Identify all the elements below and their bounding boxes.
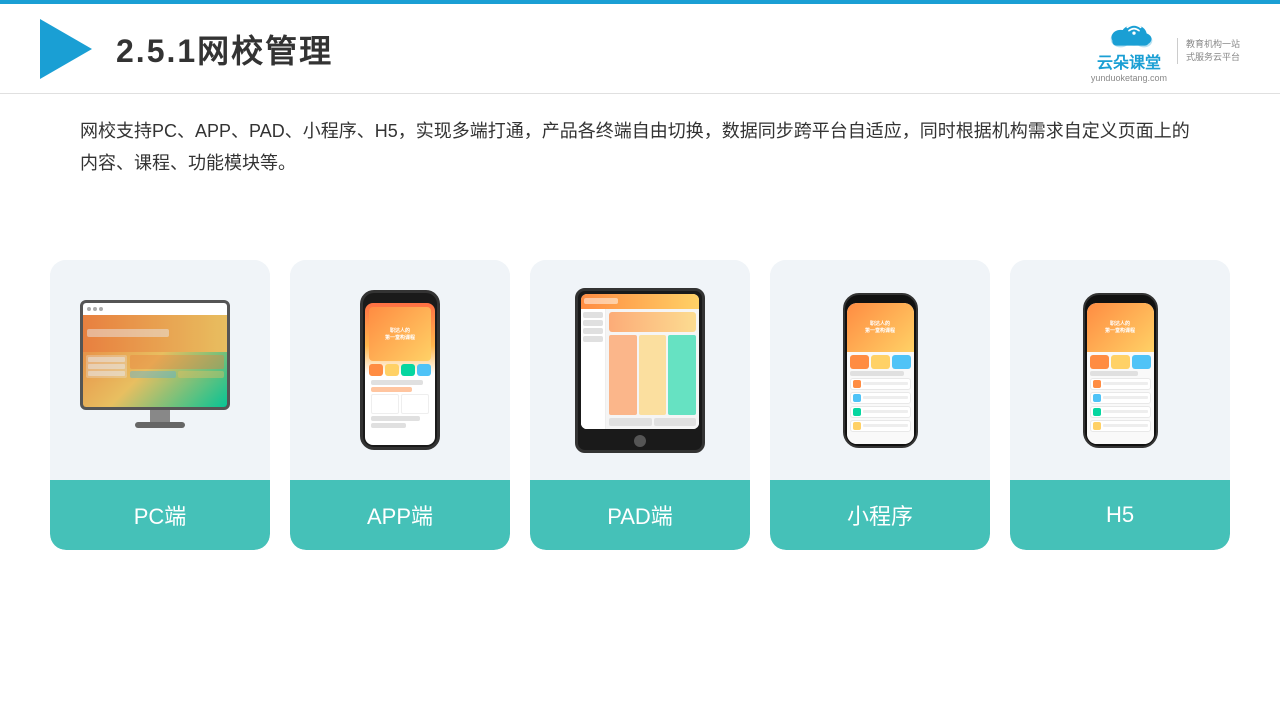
- description-text: 网校支持PC、APP、PAD、小程序、H5，实现多端打通，产品各终端自由切换，数…: [80, 115, 1200, 180]
- h5-phone-screen: 职达人的第一堂构课程: [1087, 303, 1154, 444]
- tablet-home-btn: [634, 435, 646, 447]
- brand-logo: 云朵课堂 yunduoketang.com 教育机构一站 式服务云平台: [1091, 19, 1240, 83]
- phone-screen: 职达人的第一堂构课程: [365, 303, 435, 445]
- brand-icon: 云朵课堂 yunduoketang.com: [1091, 19, 1167, 83]
- brand-name-en: yunduoketang.com: [1091, 73, 1167, 83]
- card-h5: 职达人的第一堂构课程: [1010, 260, 1230, 550]
- h5-phone-icon: 职达人的第一堂构课程: [1083, 293, 1158, 448]
- page-title: 2.5.1网校管理: [116, 26, 333, 72]
- mini-phone-notch: [866, 295, 894, 302]
- card-pad-label: PAD端: [530, 480, 750, 550]
- card-pc: PC端: [50, 260, 270, 550]
- card-miniprogram-label: 小程序: [770, 480, 990, 550]
- monitor-stand: [150, 410, 170, 422]
- card-pad-image: [530, 260, 750, 480]
- card-miniprogram-image: 职达人的第一堂构课程: [770, 260, 990, 480]
- card-app: 职达人的第一堂构课程: [290, 260, 510, 550]
- brand-tagline: 教育机构一站 式服务云平台: [1177, 38, 1240, 63]
- card-pc-image: [50, 260, 270, 480]
- tablet-screen: [581, 294, 699, 429]
- pc-monitor-icon: [80, 300, 240, 440]
- cards-container: PC端 职达人的第一堂构课程: [60, 260, 1220, 550]
- brand-cloud-icon: [1104, 19, 1154, 49]
- phone-icon: 职达人的第一堂构课程: [360, 290, 440, 450]
- card-app-image: 职达人的第一堂构课程: [290, 260, 510, 480]
- phone-notch: [385, 293, 415, 301]
- brand-tagline-line2: 式服务云平台: [1186, 51, 1240, 64]
- description-content: 网校支持PC、APP、PAD、小程序、H5，实现多端打通，产品各终端自由切换，数…: [80, 121, 1190, 173]
- card-pc-label: PC端: [50, 480, 270, 550]
- miniprogram-phone-icon: 职达人的第一堂构课程: [843, 293, 918, 448]
- brand-tagline-line1: 教育机构一站: [1186, 38, 1240, 51]
- card-h5-label: H5: [1010, 480, 1230, 550]
- card-miniprogram: 职达人的第一堂构课程: [770, 260, 990, 550]
- monitor-base: [135, 422, 185, 428]
- logo-triangle-icon: [40, 19, 92, 79]
- header: 2.5.1网校管理 云朵课堂 y: [0, 4, 1280, 94]
- brand-name-cn: 云朵课堂: [1097, 49, 1161, 73]
- mini-phone-screen: 职达人的第一堂构课程: [847, 303, 914, 444]
- card-app-label: APP端: [290, 480, 510, 550]
- tablet-icon: [575, 288, 705, 453]
- card-h5-image: 职达人的第一堂构课程: [1010, 260, 1230, 480]
- h5-phone-notch: [1106, 295, 1134, 302]
- card-pad: PAD端: [530, 260, 750, 550]
